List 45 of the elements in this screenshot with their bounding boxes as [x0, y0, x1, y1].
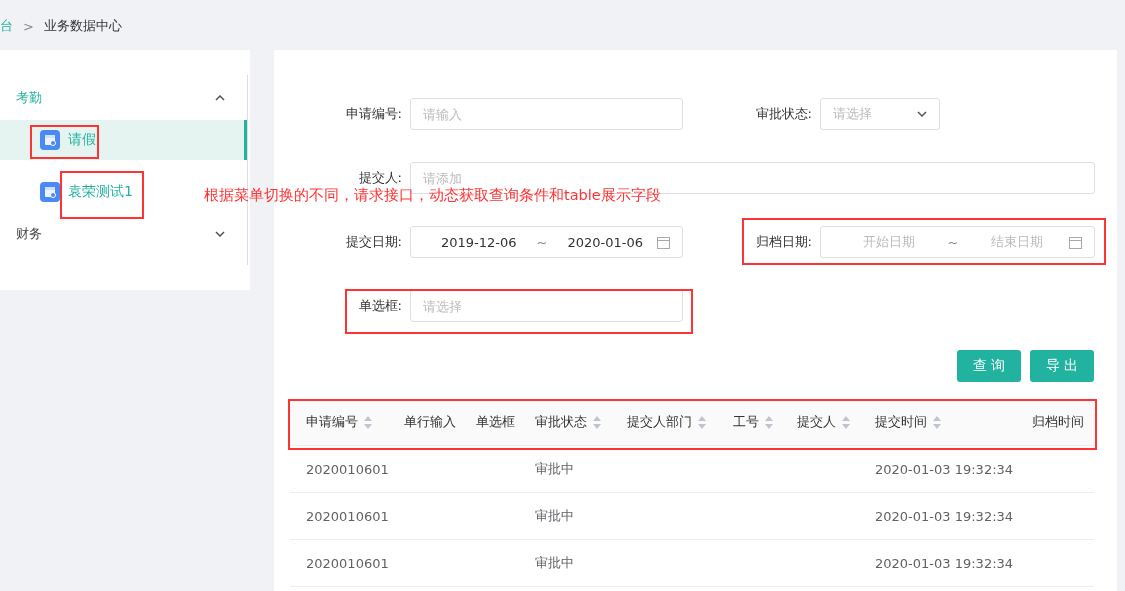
- input-field[interactable]: 请选择: [410, 290, 683, 322]
- sort-icon[interactable]: [593, 415, 601, 429]
- field-label: 归档日期:: [755, 233, 812, 251]
- menu-group[interactable]: 财务: [0, 212, 245, 256]
- date-range-field[interactable]: 开始日期 ~ 结束日期: [820, 226, 1095, 258]
- date-range-field[interactable]: 2019-12-06 ~ 2020-01-06: [410, 226, 683, 258]
- table-cell: 2020-01-03 19:32:34: [875, 508, 1014, 524]
- input-field[interactable]: 请输入: [410, 98, 683, 130]
- chevron-down-icon: [215, 231, 225, 237]
- sort-icon[interactable]: [842, 415, 850, 429]
- sort-icon[interactable]: [364, 415, 372, 429]
- calendar-icon: [1069, 235, 1082, 249]
- field-label: 提交人:: [358, 169, 402, 187]
- column-header[interactable]: 提交人部门: [627, 413, 706, 431]
- annotation-box: [30, 125, 99, 159]
- breadcrumb-separator: >: [23, 18, 34, 34]
- column-header[interactable]: 审批状态: [535, 413, 601, 431]
- column-header[interactable]: 提交人: [797, 413, 850, 431]
- table-cell-text: 2020010601: [305, 555, 389, 571]
- field-label: 提交日期:: [345, 233, 402, 251]
- column-header[interactable]: 单选框: [476, 413, 515, 431]
- column-header[interactable]: 归档时间: [1032, 413, 1094, 431]
- table-cell: 审批中: [535, 554, 574, 572]
- field-label: 申请编号:: [345, 105, 402, 123]
- column-header[interactable]: 提交时间: [875, 413, 941, 431]
- column-header[interactable]: 工号: [733, 413, 773, 431]
- field-label: 单选框:: [358, 297, 402, 315]
- breadcrumb-current: 业务数据中心: [43, 17, 122, 35]
- table-cell: 2020-01-03 19:32:34: [875, 461, 1014, 477]
- table-cell: 2020-01-03 19:32:34: [875, 555, 1014, 571]
- calendar-icon: [40, 130, 60, 150]
- table-cell-text: 2020010601: [305, 461, 389, 477]
- sort-icon[interactable]: [698, 415, 706, 429]
- chevron-up-icon: [215, 95, 225, 101]
- table-cell: 审批中: [535, 460, 574, 478]
- table-cell: 审批中: [535, 507, 574, 525]
- calendar-icon: [657, 235, 670, 249]
- calendar-icon: [40, 182, 60, 202]
- sort-icon[interactable]: [933, 415, 941, 429]
- table-cell-text: 2020010601: [305, 508, 389, 524]
- column-header[interactable]: 申请编号: [290, 413, 372, 431]
- column-header[interactable]: 单行输入: [404, 413, 456, 431]
- sort-icon[interactable]: [765, 415, 773, 429]
- field-label: 审批状态:: [755, 105, 812, 123]
- chevron-down-icon: [917, 111, 927, 117]
